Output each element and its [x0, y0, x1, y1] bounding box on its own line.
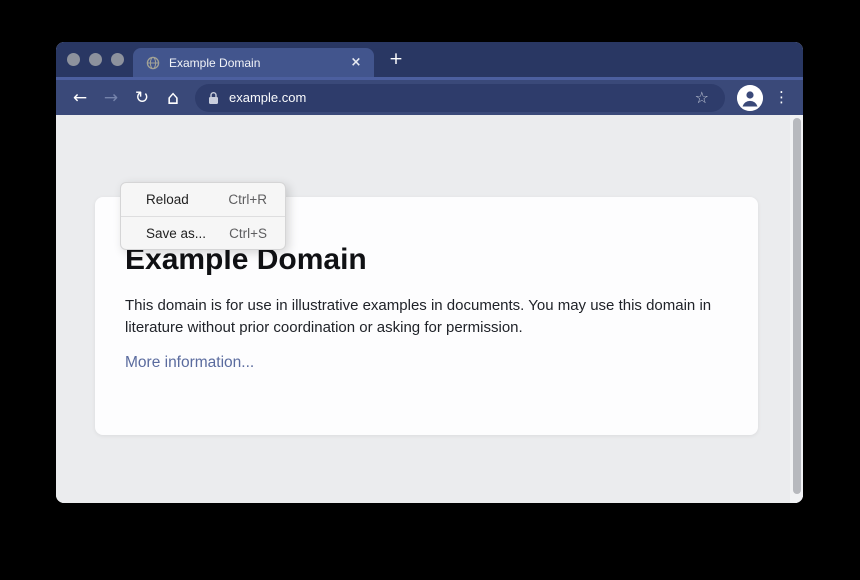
menu-item-shortcut: Ctrl+S	[229, 226, 267, 241]
lock-icon	[208, 91, 219, 105]
profile-avatar-icon[interactable]	[737, 85, 763, 111]
menu-item-label: Save as...	[146, 226, 206, 241]
menu-item-save-as[interactable]: Save as... Ctrl+S	[121, 216, 285, 249]
address-bar[interactable]: example.com ☆	[195, 84, 725, 112]
reload-icon[interactable]: ↻	[130, 86, 154, 110]
menu-item-reload[interactable]: Reload Ctrl+R	[121, 183, 285, 216]
traffic-lights	[67, 53, 124, 66]
minimize-window-button[interactable]	[89, 53, 102, 66]
navigation-bar: ← → ↻ ⌂ example.com ☆ ⋮	[56, 77, 803, 115]
tab-title: Example Domain	[169, 56, 348, 70]
scrollbar-track[interactable]	[790, 115, 803, 503]
close-window-button[interactable]	[67, 53, 80, 66]
menu-item-label: Reload	[146, 192, 189, 207]
tab-close-icon[interactable]: ×	[348, 55, 364, 71]
url-text: example.com	[229, 90, 306, 105]
menu-kebab-icon[interactable]: ⋮	[774, 90, 789, 105]
zoom-window-button[interactable]	[111, 53, 124, 66]
title-bar: Example Domain × +	[56, 42, 803, 77]
context-menu: Reload Ctrl+R Save as... Ctrl+S	[120, 182, 286, 250]
page-viewport: Example Domain This domain is for use in…	[56, 115, 803, 503]
tab-example-domain[interactable]: Example Domain ×	[133, 48, 374, 77]
more-information-link[interactable]: More information...	[125, 354, 254, 372]
page-paragraph: This domain is for use in illustrative e…	[125, 295, 718, 339]
menu-item-shortcut: Ctrl+R	[228, 192, 267, 207]
bookmark-star-icon[interactable]: ☆	[695, 90, 709, 106]
scrollbar-thumb[interactable]	[793, 118, 801, 494]
forward-icon[interactable]: →	[99, 86, 123, 110]
new-tab-button[interactable]: +	[386, 50, 406, 70]
home-icon[interactable]: ⌂	[161, 86, 185, 110]
globe-favicon-icon	[146, 56, 160, 70]
back-icon[interactable]: ←	[68, 86, 92, 110]
browser-window: Example Domain × + ← → ↻ ⌂ example.com ☆	[56, 42, 803, 503]
